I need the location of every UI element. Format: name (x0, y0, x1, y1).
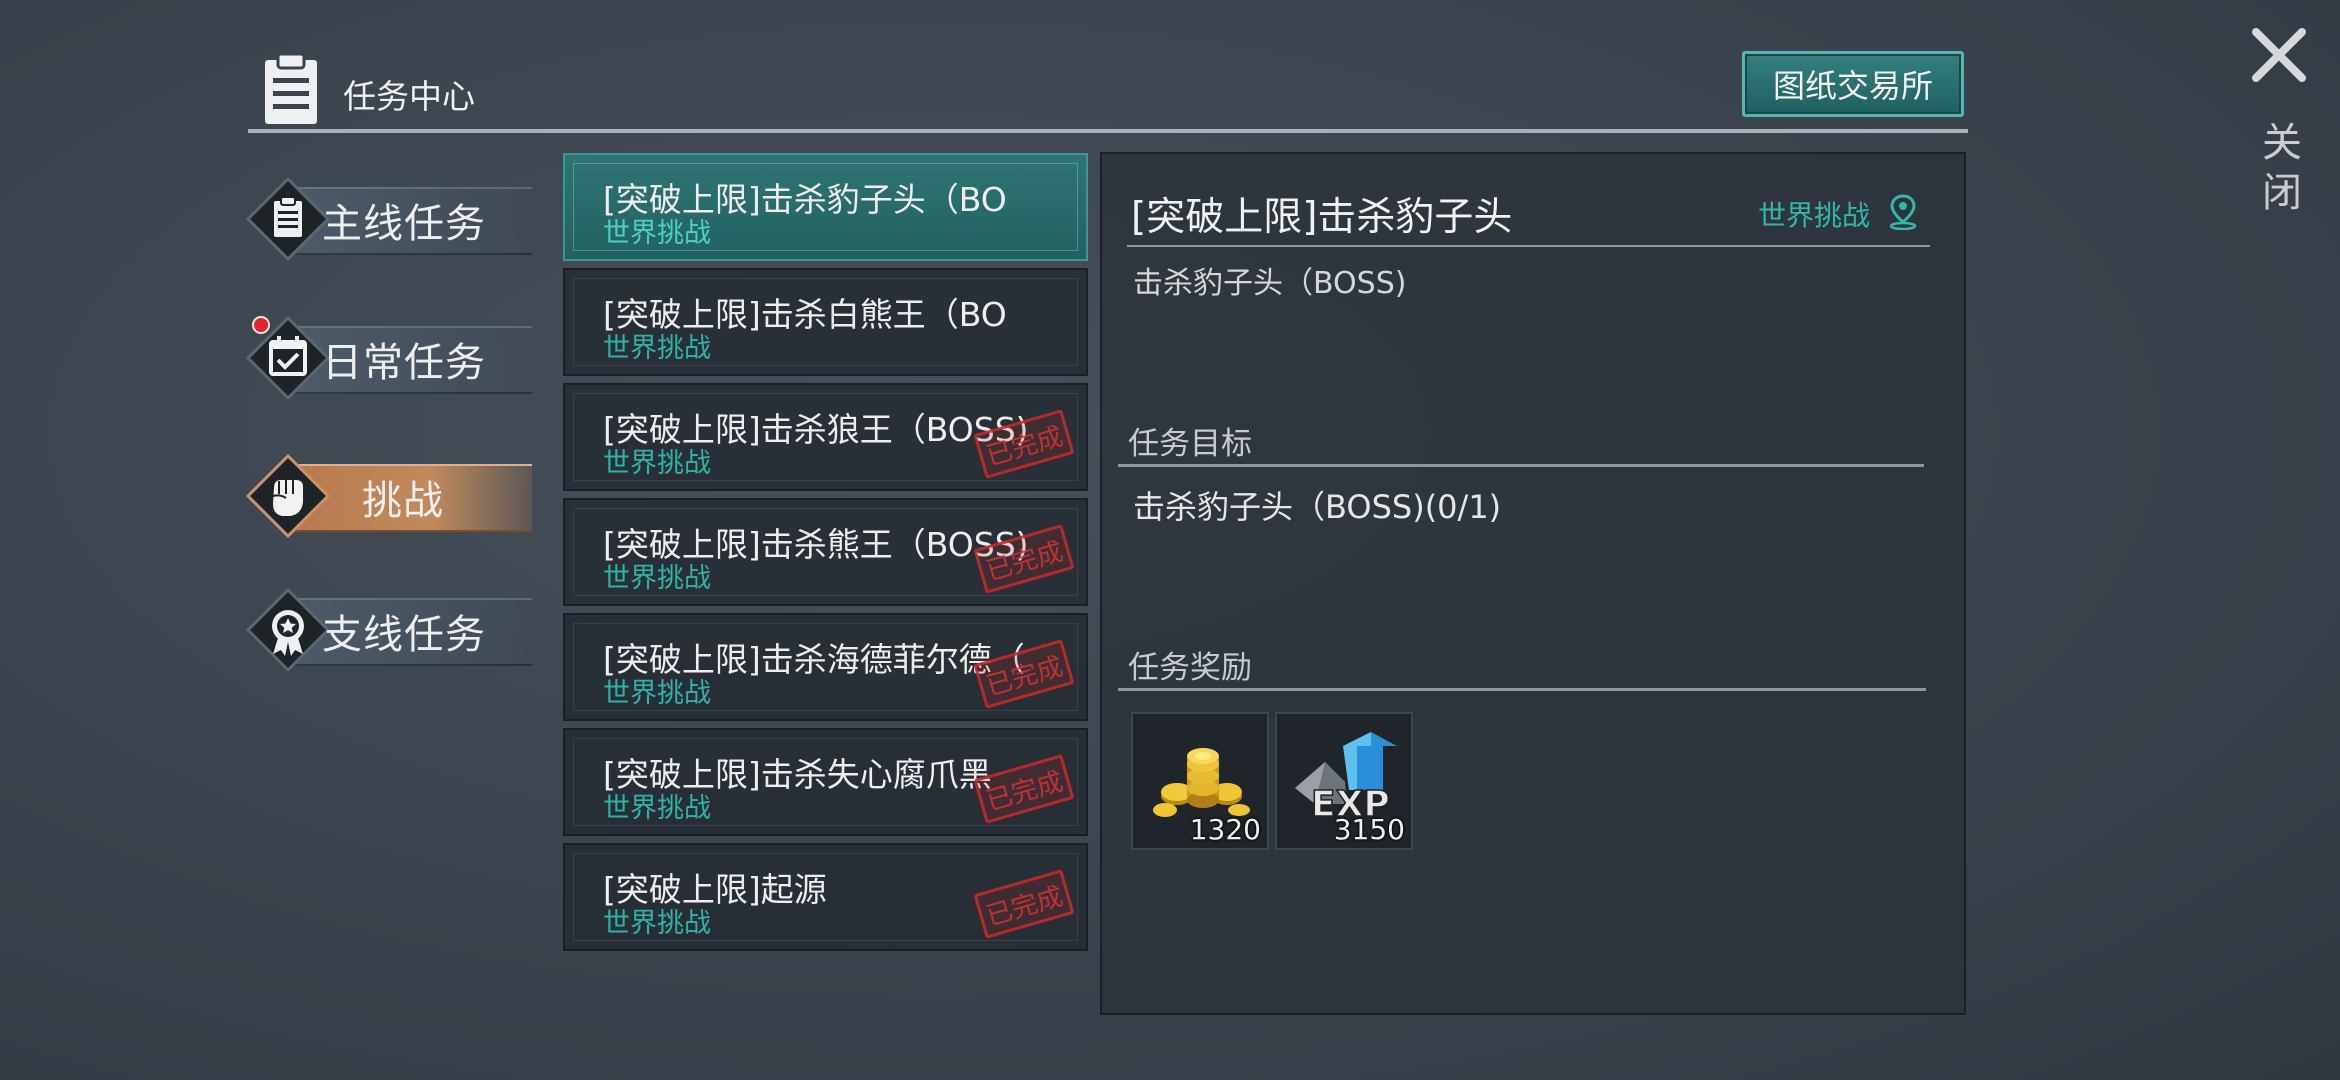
category-label: 日常任务 (322, 340, 486, 386)
quest-description: 击杀豹子头（BOSS) (1133, 266, 1407, 301)
clipboard-icon (265, 52, 317, 124)
reward-slot-gold[interactable]: 1320 (1131, 712, 1269, 850)
header-divider (248, 129, 1968, 133)
reward-slot-exp[interactable]: EXP 3150 (1275, 712, 1413, 850)
reward-amount: 1320 (1189, 813, 1261, 846)
detail-divider (1127, 245, 1930, 247)
blueprint-exchange-button[interactable]: 图纸交易所 (1742, 51, 1964, 117)
quest-list-item[interactable]: [突破上限]击杀失心腐爪黑 世界挑战 已完成 (563, 728, 1088, 836)
category-tab-daily[interactable]: 日常任务 (232, 306, 532, 410)
quest-type: 世界挑战 (603, 678, 711, 709)
location-pin-icon[interactable] (1888, 194, 1918, 230)
quest-list-item[interactable]: [突破上限]击杀熊王（BOSS) 世界挑战 已完成 (563, 498, 1088, 606)
objective-divider (1118, 464, 1924, 467)
notification-dot (252, 316, 270, 334)
close-icon[interactable] (2248, 24, 2310, 86)
quest-list-item[interactable]: [突破上限]击杀狼王（BOSS) 世界挑战 已完成 (563, 383, 1088, 491)
quest-detail-title: [突破上限]击杀豹子头 (1131, 195, 1513, 240)
objective-heading: 任务目标 (1128, 426, 1252, 462)
category-label: 挑战 (362, 478, 444, 524)
quest-type: 世界挑战 (603, 448, 711, 479)
reward-heading: 任务奖励 (1128, 650, 1252, 686)
quest-list-item[interactable]: [突破上限]起源 世界挑战 已完成 (563, 843, 1088, 951)
fist-icon (246, 454, 330, 538)
category-tab-side[interactable]: 支线任务 (232, 578, 532, 682)
category-label: 主线任务 (322, 201, 486, 247)
quest-type: 世界挑战 (603, 793, 711, 824)
quest-list-item[interactable]: [突破上限]击杀海德菲尔德（ 世界挑战 已完成 (563, 613, 1088, 721)
quest-type: 世界挑战 (603, 563, 711, 594)
exp-icon: EXP (1295, 732, 1397, 826)
quest-type: 世界挑战 (603, 218, 711, 249)
close-button-label[interactable]: 关闭 (2262, 118, 2302, 218)
clipboard-icon (246, 177, 330, 261)
gold-coins-icon (1153, 748, 1250, 817)
medal-icon (246, 588, 330, 672)
category-label: 支线任务 (322, 612, 486, 658)
reward-amount: 3150 (1333, 813, 1405, 846)
category-tab-main[interactable]: 主线任务 (232, 167, 532, 271)
quest-type: 世界挑战 (603, 908, 711, 939)
category-tab-challenge[interactable]: 挑战 (232, 444, 532, 548)
quest-detail-type[interactable]: 世界挑战 (1758, 194, 1870, 234)
objective-text: 击杀豹子头（BOSS)(0/1) (1133, 488, 1502, 526)
quest-list-item[interactable]: [突破上限]击杀豹子头（BO 世界挑战 (563, 153, 1088, 261)
page-title: 任务中心 (343, 77, 475, 116)
reward-divider (1118, 688, 1926, 691)
quest-list-item[interactable]: [突破上限]击杀白熊王（BO 世界挑战 (563, 268, 1088, 376)
quest-type: 世界挑战 (603, 333, 711, 364)
